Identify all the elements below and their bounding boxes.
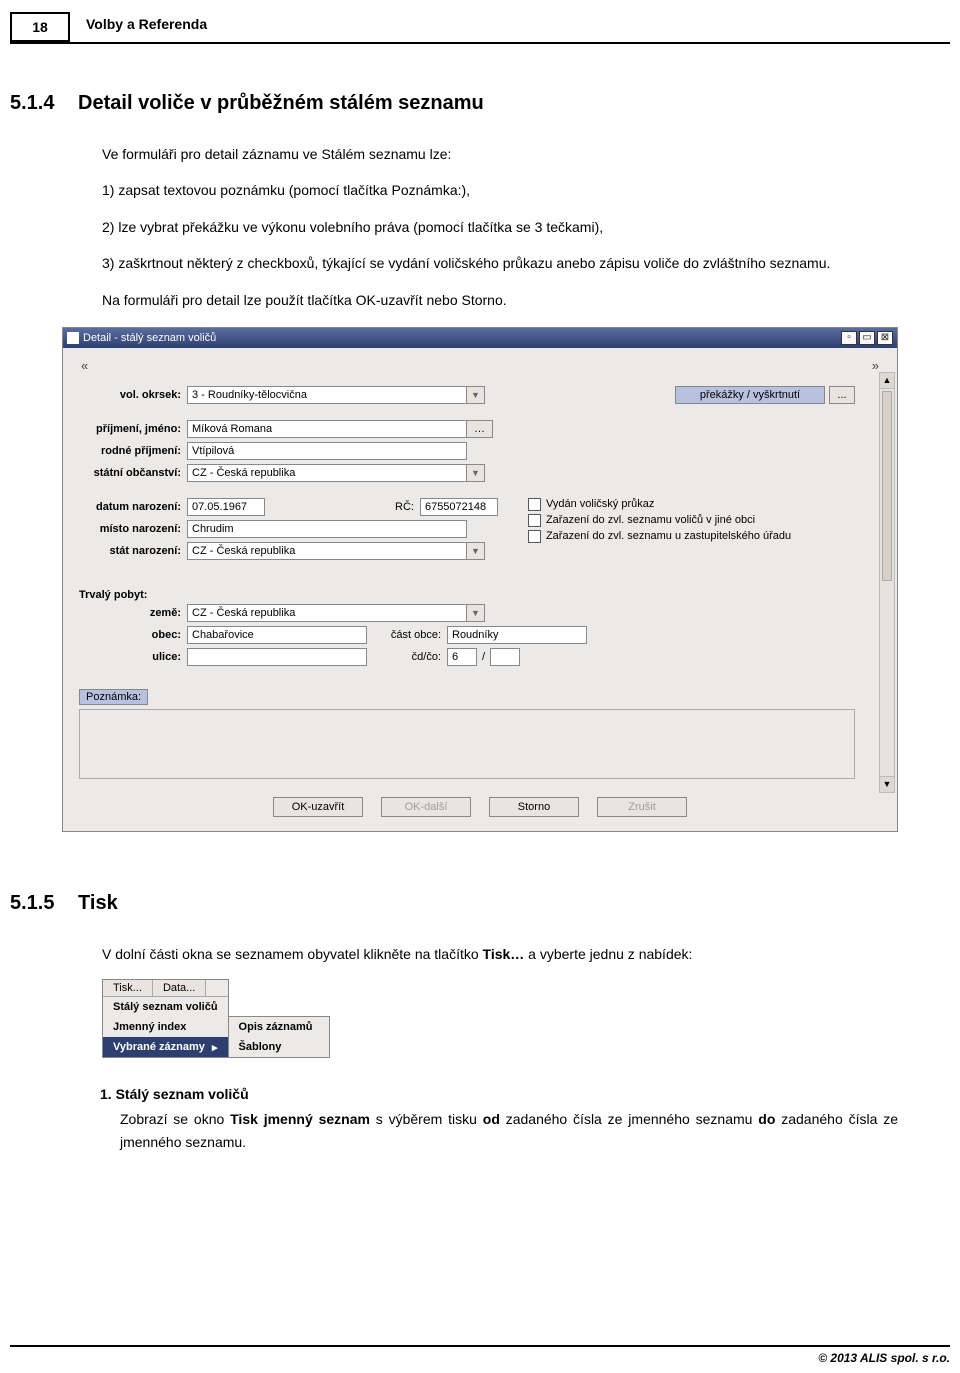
field-rodne-prijmeni[interactable]: Vtípilová — [187, 442, 467, 460]
s514-item-2: 2) lze vybrat překážku ve výkonu volební… — [102, 216, 898, 238]
label-misto-nar: místo narození: — [79, 523, 187, 535]
s515-li1-head: 1. Stálý seznam voličů — [100, 1086, 898, 1102]
poznamka-button[interactable]: Poznámka: — [79, 689, 148, 705]
dropdown-icon[interactable]: ▼ — [467, 542, 485, 560]
field-cd[interactable]: 6 — [447, 648, 477, 666]
submenu-sablony[interactable]: Šablony — [229, 1037, 329, 1057]
dots-button[interactable]: ... — [829, 386, 855, 404]
label-chk-zarazeni-obce: Zařazení do zvl. seznamu voličů v jiné o… — [546, 514, 755, 526]
page-footer: © 2013 ALIS spol. s r.o. — [10, 1345, 950, 1365]
window-title: Detail - stálý seznam voličů — [83, 332, 216, 344]
section-514-num: 5.1.4 — [10, 92, 54, 114]
prekazky-button[interactable]: překážky / vyškrtnutí — [675, 386, 825, 404]
menu-item-staly-seznam[interactable]: Stálý seznam voličů — [103, 997, 228, 1017]
menu-item-jmenny-index[interactable]: Jmenný index — [103, 1017, 228, 1037]
dropdown-icon[interactable]: ▼ — [467, 604, 485, 622]
field-prijmeni-jmeno[interactable]: Míková Romana — [187, 420, 467, 438]
label-prijmeni-jmeno: příjmení, jméno: — [79, 423, 187, 435]
footer-copyright: © 2013 ALIS spol. s r.o. — [818, 1351, 950, 1365]
tab-tisk[interactable]: Tisk... — [103, 980, 153, 996]
close-button[interactable]: ⊠ — [877, 331, 893, 345]
submenu-opis-zaznamu[interactable]: Opis záznamů — [229, 1017, 329, 1037]
page-number: 18 — [32, 19, 48, 35]
name-lookup-button[interactable]: … — [467, 420, 493, 438]
label-cast-obce: část obce: — [367, 629, 447, 641]
scroll-thumb[interactable] — [882, 391, 892, 581]
maximize-button[interactable]: ▭ — [859, 331, 875, 345]
dropdown-icon[interactable]: ▼ — [467, 464, 485, 482]
checkbox-zarazeni-urad[interactable] — [528, 530, 541, 543]
s514-item-3: 3) zaškrtnout některý z checkboxů, týkaj… — [102, 252, 898, 274]
section-515-title: Tisk — [78, 892, 118, 914]
label-chk-zarazeni-urad: Zařazení do zvl. seznamu u zastupitelské… — [546, 530, 791, 542]
label-cd-co: čd/čo: — [367, 651, 447, 663]
section-515-heading: 5.1.5 Tisk — [10, 892, 898, 915]
label-zeme: země: — [79, 607, 187, 619]
field-rc[interactable]: 6755072148 — [420, 498, 498, 516]
menu-item-vybrane-zaznamy[interactable]: Vybrané záznamy ▸ — [103, 1037, 228, 1057]
scroll-down-icon[interactable]: ▼ — [880, 776, 894, 792]
scrollbar[interactable]: ▲ ▼ — [879, 372, 895, 793]
app-window: Detail - stálý seznam voličů ▫ ▭ ⊠ ▲ ▼ «… — [62, 327, 898, 832]
s514-intro: Ve formuláři pro detail záznamu ve Stálé… — [102, 143, 898, 165]
label-stat-nar: stát narození: — [79, 545, 187, 557]
dropdown-icon[interactable]: ▼ — [467, 386, 485, 404]
ok-uzavrit-button[interactable]: OK-uzavřít — [273, 797, 363, 817]
label-vol-okrsek: vol. okrsek: — [79, 389, 187, 401]
s514-item-1: 1) zapsat textovou poznámku (pomocí tlač… — [102, 179, 898, 201]
next-record-icon[interactable]: » — [872, 358, 879, 373]
s515-li1-body: Zobrazí se okno Tisk jmenný seznam s výb… — [120, 1108, 898, 1153]
label-trvaly-pobyt: Trvalý pobyt: — [79, 589, 881, 601]
print-menu: Tisk... Data... Stálý seznam voličů Jmen… — [102, 979, 898, 1058]
zrusit-button: Zrušit — [597, 797, 687, 817]
scroll-up-icon[interactable]: ▲ — [880, 373, 894, 389]
field-stat-nar[interactable]: CZ - Česká republika — [187, 542, 467, 560]
field-datum-nar[interactable]: 07.05.1967 — [187, 498, 265, 516]
minimize-button[interactable]: ▫ — [841, 331, 857, 345]
page-header: 18 Volby a Referenda — [10, 12, 950, 44]
tab-data[interactable]: Data... — [153, 980, 206, 996]
field-cast-obce[interactable]: Roudníky — [447, 626, 587, 644]
field-vol-okrsek[interactable]: 3 - Roudníky-tělocvična — [187, 386, 467, 404]
label-obcanstvi: státní občanství: — [79, 467, 187, 479]
field-obcanstvi[interactable]: CZ - Česká republika — [187, 464, 467, 482]
label-rc: RČ: — [395, 501, 420, 513]
chevron-right-icon: ▸ — [212, 1041, 218, 1054]
s514-outro: Na formuláři pro detail lze použít tlačí… — [102, 289, 898, 311]
field-ulice[interactable] — [187, 648, 367, 666]
section-514-heading: 5.1.4 Detail voliče v průběžném stálém s… — [10, 92, 898, 115]
field-co[interactable] — [490, 648, 520, 666]
page-number-box: 18 — [10, 12, 70, 42]
prev-record-icon[interactable]: « — [81, 358, 88, 373]
field-misto-nar[interactable]: Chrudim — [187, 520, 467, 538]
s515-intro: V dolní části okna se seznamem obyvatel … — [102, 943, 898, 965]
label-ulice: ulice: — [79, 651, 187, 663]
checkbox-prukaz[interactable] — [528, 498, 541, 511]
checkbox-zarazeni-obce[interactable] — [528, 514, 541, 527]
field-zeme[interactable]: CZ - Česká republika — [187, 604, 467, 622]
ok-dalsi-button: OK-další — [381, 797, 471, 817]
page-title: Volby a Referenda — [86, 12, 207, 32]
label-rodne-prijmeni: rodné příjmení: — [79, 445, 187, 457]
titlebar: Detail - stálý seznam voličů ▫ ▭ ⊠ — [63, 328, 897, 348]
label-chk-prukaz: Vydán voličský průkaz — [546, 498, 654, 510]
label-obec: obec: — [79, 629, 187, 641]
storno-button[interactable]: Storno — [489, 797, 579, 817]
section-514-title: Detail voliče v průběžném stálém seznamu — [78, 92, 484, 114]
poznamka-field[interactable] — [79, 709, 855, 779]
section-515-num: 5.1.5 — [10, 892, 54, 914]
field-obec[interactable]: Chabařovice — [187, 626, 367, 644]
label-datum-nar: datum narození: — [79, 501, 187, 513]
window-icon — [67, 332, 79, 344]
